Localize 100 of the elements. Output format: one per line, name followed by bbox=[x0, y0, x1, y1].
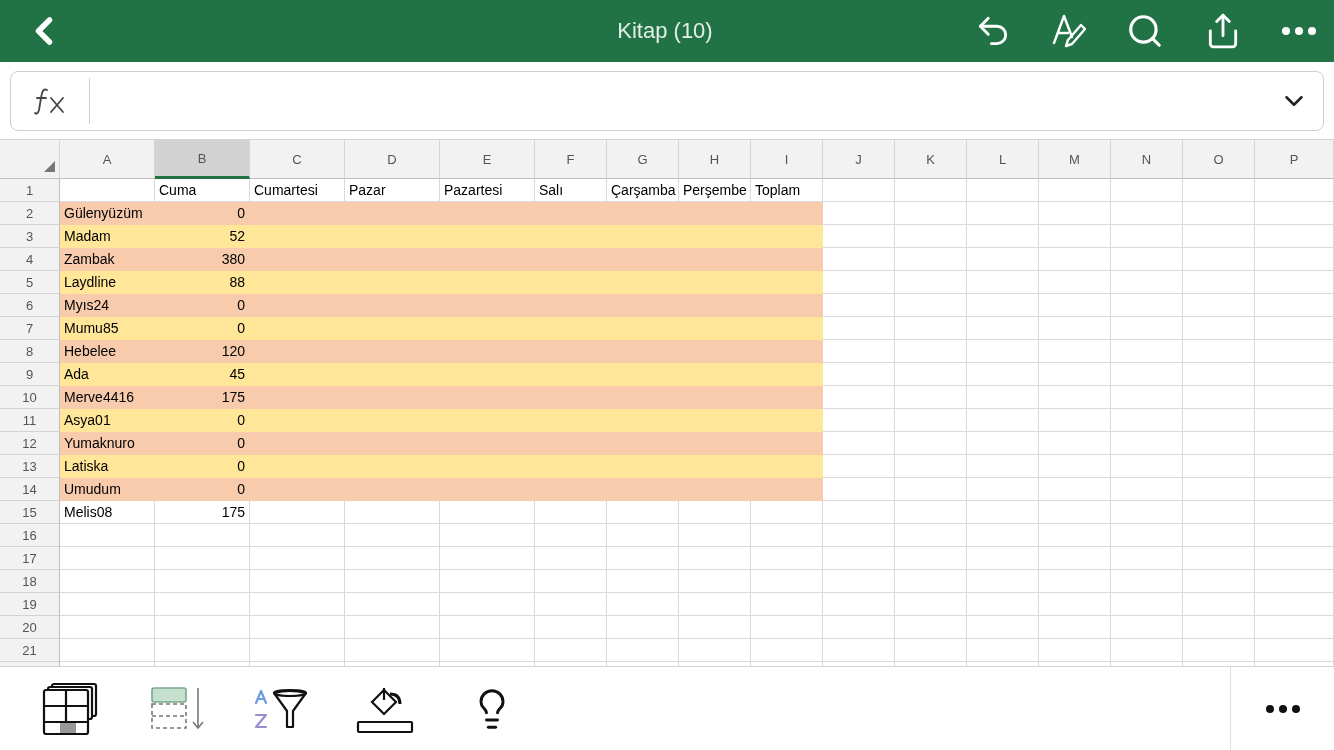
row-header[interactable]: 21 bbox=[0, 639, 60, 662]
table-cell bbox=[1183, 616, 1255, 639]
row-header[interactable]: 12 bbox=[0, 432, 60, 455]
table-cell: 0 bbox=[155, 202, 250, 225]
table-cell: Mumu85 bbox=[60, 317, 155, 340]
table-cell bbox=[823, 432, 895, 455]
table-cell: Asya01 bbox=[60, 409, 155, 432]
more-button[interactable] bbox=[1282, 27, 1316, 35]
table-cell: Umudum bbox=[60, 478, 155, 501]
search-button[interactable] bbox=[1126, 12, 1164, 50]
column-header[interactable]: N bbox=[1111, 140, 1183, 179]
row-header[interactable]: 15 bbox=[0, 501, 60, 524]
row-header[interactable]: 16 bbox=[0, 524, 60, 547]
table-cell bbox=[823, 409, 895, 432]
row-header[interactable]: 10 bbox=[0, 386, 60, 409]
column-header[interactable]: L bbox=[967, 140, 1039, 179]
row-header[interactable]: 6 bbox=[0, 294, 60, 317]
table-cell bbox=[967, 570, 1039, 593]
column-header[interactable]: B bbox=[155, 140, 250, 179]
row-header[interactable]: 20 bbox=[0, 616, 60, 639]
table-cell bbox=[751, 524, 823, 547]
table-cell bbox=[1111, 340, 1183, 363]
row-header[interactable]: 4 bbox=[0, 248, 60, 271]
table-cell bbox=[1111, 409, 1183, 432]
table-cell bbox=[607, 547, 679, 570]
table-cell bbox=[1039, 432, 1111, 455]
table-cell bbox=[607, 501, 679, 524]
table-cell bbox=[895, 363, 967, 386]
column-header[interactable]: G bbox=[607, 140, 679, 179]
row-header[interactable]: 3 bbox=[0, 225, 60, 248]
formula-field[interactable] bbox=[10, 70, 1324, 131]
table-cell bbox=[535, 616, 607, 639]
table-cell bbox=[1111, 616, 1183, 639]
table-cell: Perşembe bbox=[679, 179, 751, 202]
table-cell bbox=[967, 432, 1039, 455]
row-header[interactable]: 11 bbox=[0, 409, 60, 432]
column-header[interactable]: D bbox=[345, 140, 440, 179]
table-cell bbox=[1183, 340, 1255, 363]
table-cell bbox=[1183, 432, 1255, 455]
table-cell bbox=[823, 317, 895, 340]
table-cell: 0 bbox=[155, 455, 250, 478]
table-cell bbox=[751, 570, 823, 593]
table-cell bbox=[1183, 179, 1255, 202]
row-header[interactable]: 5 bbox=[0, 271, 60, 294]
column-header[interactable]: E bbox=[440, 140, 535, 179]
table-cell bbox=[1039, 363, 1111, 386]
table-cell bbox=[967, 340, 1039, 363]
table-cell bbox=[751, 317, 823, 340]
column-header[interactable]: F bbox=[535, 140, 607, 179]
table-cell bbox=[895, 639, 967, 662]
table-cell bbox=[1039, 570, 1111, 593]
table-cell bbox=[1183, 639, 1255, 662]
table-cell bbox=[1039, 386, 1111, 409]
column-header[interactable]: A bbox=[60, 140, 155, 179]
row-header[interactable]: 8 bbox=[0, 340, 60, 363]
table-cell: Madam bbox=[60, 225, 155, 248]
row-header[interactable]: 13 bbox=[0, 455, 60, 478]
table-cell: Merve4416 bbox=[60, 386, 155, 409]
row-header[interactable]: 17 bbox=[0, 547, 60, 570]
table-cell bbox=[823, 202, 895, 225]
table-cell bbox=[1183, 547, 1255, 570]
table-cell: Yumaknuro bbox=[60, 432, 155, 455]
table-cell bbox=[751, 225, 823, 248]
table-cell bbox=[895, 593, 967, 616]
row-header[interactable]: 18 bbox=[0, 570, 60, 593]
table-cell bbox=[1111, 363, 1183, 386]
row-header[interactable]: 14 bbox=[0, 478, 60, 501]
column-header[interactable]: C bbox=[250, 140, 345, 179]
column-header[interactable]: P bbox=[1255, 140, 1334, 179]
table-cell bbox=[895, 570, 967, 593]
table-cell: 175 bbox=[155, 386, 250, 409]
table-cell: 0 bbox=[155, 478, 250, 501]
column-header[interactable]: M bbox=[1039, 140, 1111, 179]
row-header[interactable]: 2 bbox=[0, 202, 60, 225]
table-cell bbox=[1183, 294, 1255, 317]
table-cell bbox=[679, 570, 751, 593]
column-header[interactable]: J bbox=[823, 140, 895, 179]
table-cell bbox=[535, 570, 607, 593]
select-all-icon[interactable] bbox=[44, 161, 55, 172]
column-header[interactable]: H bbox=[679, 140, 751, 179]
table-cell bbox=[751, 432, 823, 455]
column-header[interactable]: O bbox=[1183, 140, 1255, 179]
table-cell bbox=[607, 570, 679, 593]
table-cell bbox=[751, 409, 823, 432]
table-cell bbox=[823, 455, 895, 478]
row-header[interactable]: 19 bbox=[0, 593, 60, 616]
table-cell bbox=[1039, 616, 1111, 639]
table-cell bbox=[967, 386, 1039, 409]
row-header[interactable]: 9 bbox=[0, 363, 60, 386]
table-cell: 380 bbox=[155, 248, 250, 271]
row-header[interactable]: 7 bbox=[0, 317, 60, 340]
column-header[interactable]: K bbox=[895, 140, 967, 179]
table-cell: Cumartesi bbox=[250, 179, 345, 202]
table-cell bbox=[895, 524, 967, 547]
edit-text-button[interactable] bbox=[1052, 13, 1086, 49]
row-header[interactable]: 1 bbox=[0, 179, 60, 202]
column-header[interactable]: I bbox=[751, 140, 823, 179]
table-cell bbox=[1111, 501, 1183, 524]
table-cell bbox=[895, 386, 967, 409]
table-cell bbox=[679, 501, 751, 524]
